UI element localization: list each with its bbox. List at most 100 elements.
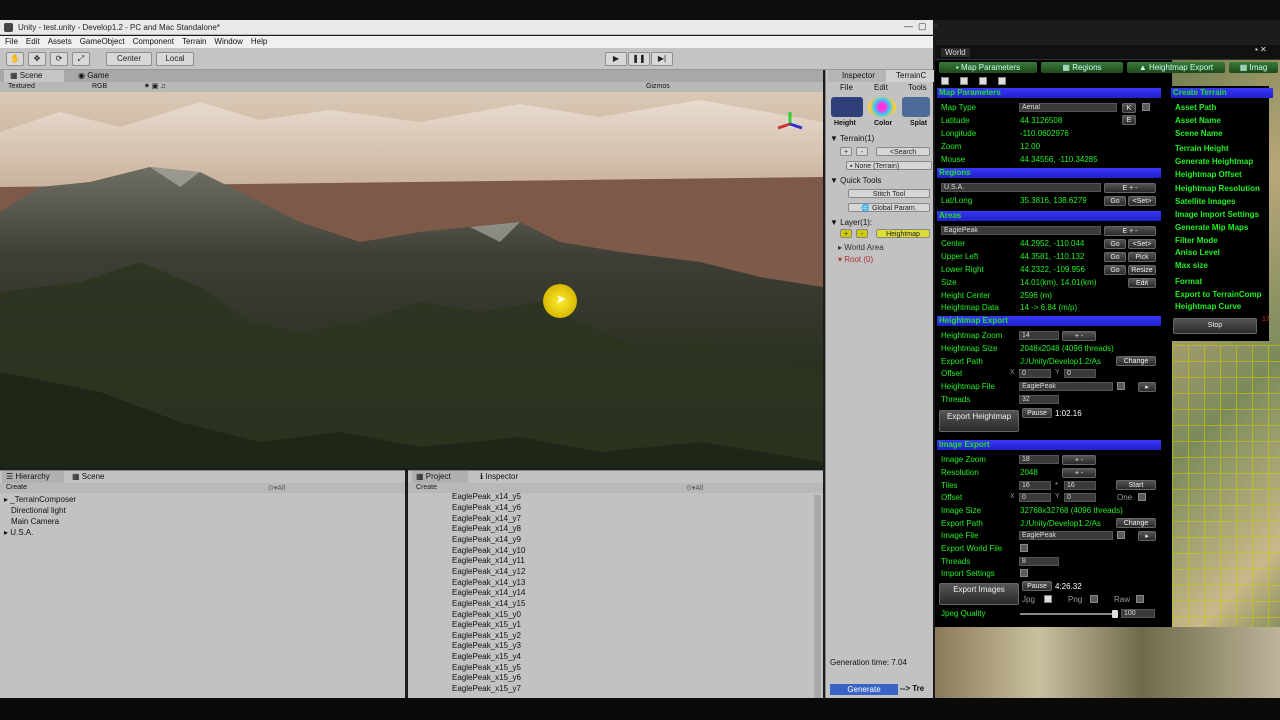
import-settings-checkbox[interactable]	[1020, 569, 1028, 577]
center-value[interactable]: 44.2952, -110.044	[1020, 239, 1084, 248]
list-item[interactable]: EaglePeak_x14_y14	[452, 588, 525, 597]
tab-map-parameters[interactable]: ▪ Map Parameters	[939, 62, 1037, 73]
heightmap-file-input[interactable]: EaglePeak	[1019, 382, 1113, 391]
tiles-x-input[interactable]: 16	[1019, 481, 1051, 490]
height-tool-icon[interactable]	[831, 97, 863, 117]
list-item[interactable]: EaglePeak_x15_y3	[452, 641, 521, 650]
latlong-value[interactable]: 35.3816, 138.6279	[1020, 196, 1087, 205]
heightmap-zoom-stepper[interactable]: + -	[1062, 331, 1096, 341]
tab-scene-hierarchy[interactable]: ▦ Scene	[72, 471, 104, 483]
tab-heightmap-export[interactable]: ▲ Heightmap Export	[1127, 62, 1225, 73]
heightmap-change-path-button[interactable]: Change	[1116, 356, 1156, 366]
image-offset-y-input[interactable]: 0	[1064, 493, 1096, 502]
heightmap-offset-y-input[interactable]: 0	[1064, 369, 1096, 378]
heightmap-offset-x-input[interactable]: 0	[1019, 369, 1051, 378]
world-area-item[interactable]: ▸ World Area	[838, 243, 884, 252]
list-item[interactable]: EaglePeak_x14_y15	[452, 599, 525, 608]
generate-button[interactable]: Generate	[830, 684, 898, 695]
menu-file[interactable]: File	[5, 36, 18, 48]
list-item[interactable]: EaglePeak_x15_y5	[452, 663, 521, 672]
hierarchy-item-directional-light[interactable]: Directional light	[11, 506, 66, 515]
jpeg-quality-slider-handle[interactable]	[1112, 610, 1118, 618]
satellite-map-bottom[interactable]	[935, 627, 1280, 698]
region-set-button[interactable]: <Set>	[1128, 196, 1156, 206]
menu-edit[interactable]: Edit	[26, 36, 40, 48]
hierarchy-search-input[interactable]: ⊙▾All	[268, 484, 285, 492]
splat-tool-icon[interactable]	[902, 97, 930, 117]
list-item[interactable]: EaglePeak_x14_y10	[452, 546, 525, 555]
insp-menu-tools[interactable]: Tools	[908, 83, 927, 92]
list-item[interactable]: EaglePeak_x15_y4	[452, 652, 521, 661]
jpg-checkbox[interactable]	[1044, 595, 1052, 603]
project-create-dropdown[interactable]: Create	[416, 484, 437, 491]
lower-right-go-button[interactable]: Go	[1104, 265, 1126, 275]
menu-gameobject[interactable]: GameObject	[80, 36, 125, 48]
center-go-button[interactable]: Go	[1104, 239, 1126, 249]
size-edit-button[interactable]: Edit	[1128, 278, 1156, 288]
center-set-button[interactable]: <Set>	[1128, 239, 1156, 249]
root-item[interactable]: ▾ Root (0)	[838, 255, 873, 264]
image-export-path-value[interactable]: J:/Unity/Develop1.2/As	[1020, 519, 1101, 528]
area-dropdown[interactable]: EaglePeak	[941, 226, 1101, 235]
map-type-checkbox[interactable]	[1142, 103, 1150, 111]
list-item[interactable]: EaglePeak_x14_y5	[452, 492, 521, 501]
play-icon[interactable]: ▶	[605, 52, 627, 66]
resolution-value[interactable]: 2048	[1020, 468, 1038, 477]
tab-terraincomposer[interactable]: TerrainC	[886, 70, 934, 82]
jpeg-quality-slider[interactable]	[1020, 613, 1116, 615]
terrain-object-field[interactable]: ▪ None (Terrain)	[846, 161, 932, 170]
list-item[interactable]: EaglePeak_x14_y9	[452, 535, 521, 544]
upper-left-value[interactable]: 44.3581, -110.132	[1020, 252, 1084, 261]
remove-terrain-button[interactable]: -	[856, 147, 868, 156]
list-item[interactable]: EaglePeak_x15_y1	[452, 620, 521, 629]
toggle-checkbox[interactable]	[979, 77, 987, 85]
add-terrain-button[interactable]: +	[840, 147, 852, 156]
list-item[interactable]: EaglePeak_x15_y0	[452, 610, 521, 619]
latitude-value[interactable]: 44.3126508	[1020, 116, 1062, 125]
insp-menu-edit[interactable]: Edit	[874, 83, 888, 92]
one-checkbox[interactable]	[1138, 493, 1146, 501]
tiles-start-button[interactable]: Start	[1116, 480, 1156, 490]
png-checkbox[interactable]	[1090, 595, 1098, 603]
scene-viewport[interactable]: ➤	[0, 92, 823, 468]
rotate-tool-icon[interactable]: ⟳	[50, 52, 68, 66]
project-search-input[interactable]: ⊙▾All	[686, 484, 703, 492]
add-layer-button[interactable]: +	[840, 229, 852, 238]
list-item[interactable]: EaglePeak_x14_y11	[452, 556, 525, 565]
color-tool-icon[interactable]	[868, 97, 896, 117]
image-pause-button[interactable]: Pause	[1022, 581, 1052, 591]
tab-game[interactable]: ◉ Game	[72, 70, 122, 82]
tiles-y-input[interactable]: 16	[1064, 481, 1096, 490]
image-zoom-input[interactable]: 18	[1019, 455, 1059, 464]
window-controls[interactable]: — ▢ ✕	[904, 21, 939, 32]
scale-tool-icon[interactable]: ⤢	[72, 52, 90, 66]
tab-regions[interactable]: ▦ Regions	[1041, 62, 1123, 73]
list-item[interactable]: EaglePeak_x14_y7	[452, 514, 521, 523]
resolution-stepper[interactable]: + -	[1062, 468, 1096, 478]
scene-gizmo-icon[interactable]	[776, 110, 804, 138]
area-edit-buttons[interactable]: E + -	[1104, 226, 1156, 236]
longitude-value[interactable]: -110.0602976	[1020, 129, 1069, 138]
tab-project[interactable]: ▦ Project	[412, 471, 468, 483]
project-scrollbar[interactable]	[814, 495, 821, 699]
image-offset-x-input[interactable]: 0	[1019, 493, 1051, 502]
image-file-arrow-icon[interactable]: ▸	[1138, 531, 1156, 541]
pivot-center-button[interactable]: Center	[106, 52, 152, 66]
step-icon[interactable]: ▶|	[651, 52, 673, 66]
raw-checkbox[interactable]	[1136, 595, 1144, 603]
menu-help[interactable]: Help	[251, 36, 267, 48]
toggle-checkbox[interactable]	[960, 77, 968, 85]
resize-button[interactable]: Resize	[1128, 265, 1156, 275]
pick-button[interactable]: Pick	[1128, 252, 1156, 262]
move-tool-icon[interactable]: ✥	[28, 52, 46, 66]
insp-menu-file[interactable]: File	[840, 83, 853, 92]
hierarchy-item-main-camera[interactable]: Main Camera	[11, 517, 59, 526]
image-file-input[interactable]: EaglePeak	[1019, 531, 1113, 540]
hierarchy-item-terraincomposer[interactable]: ▸ _TerrainComposer	[4, 495, 76, 504]
heightmap-threads-input[interactable]: 32	[1019, 395, 1059, 404]
lower-right-value[interactable]: 44.2322, -109.956	[1020, 265, 1085, 274]
color-mode-dropdown[interactable]: RGB	[92, 82, 107, 92]
toggle-checkbox[interactable]	[998, 77, 1006, 85]
list-item[interactable]: EaglePeak_x14_y13	[452, 578, 525, 587]
tab-scene[interactable]: ▦ Scene	[4, 70, 64, 82]
